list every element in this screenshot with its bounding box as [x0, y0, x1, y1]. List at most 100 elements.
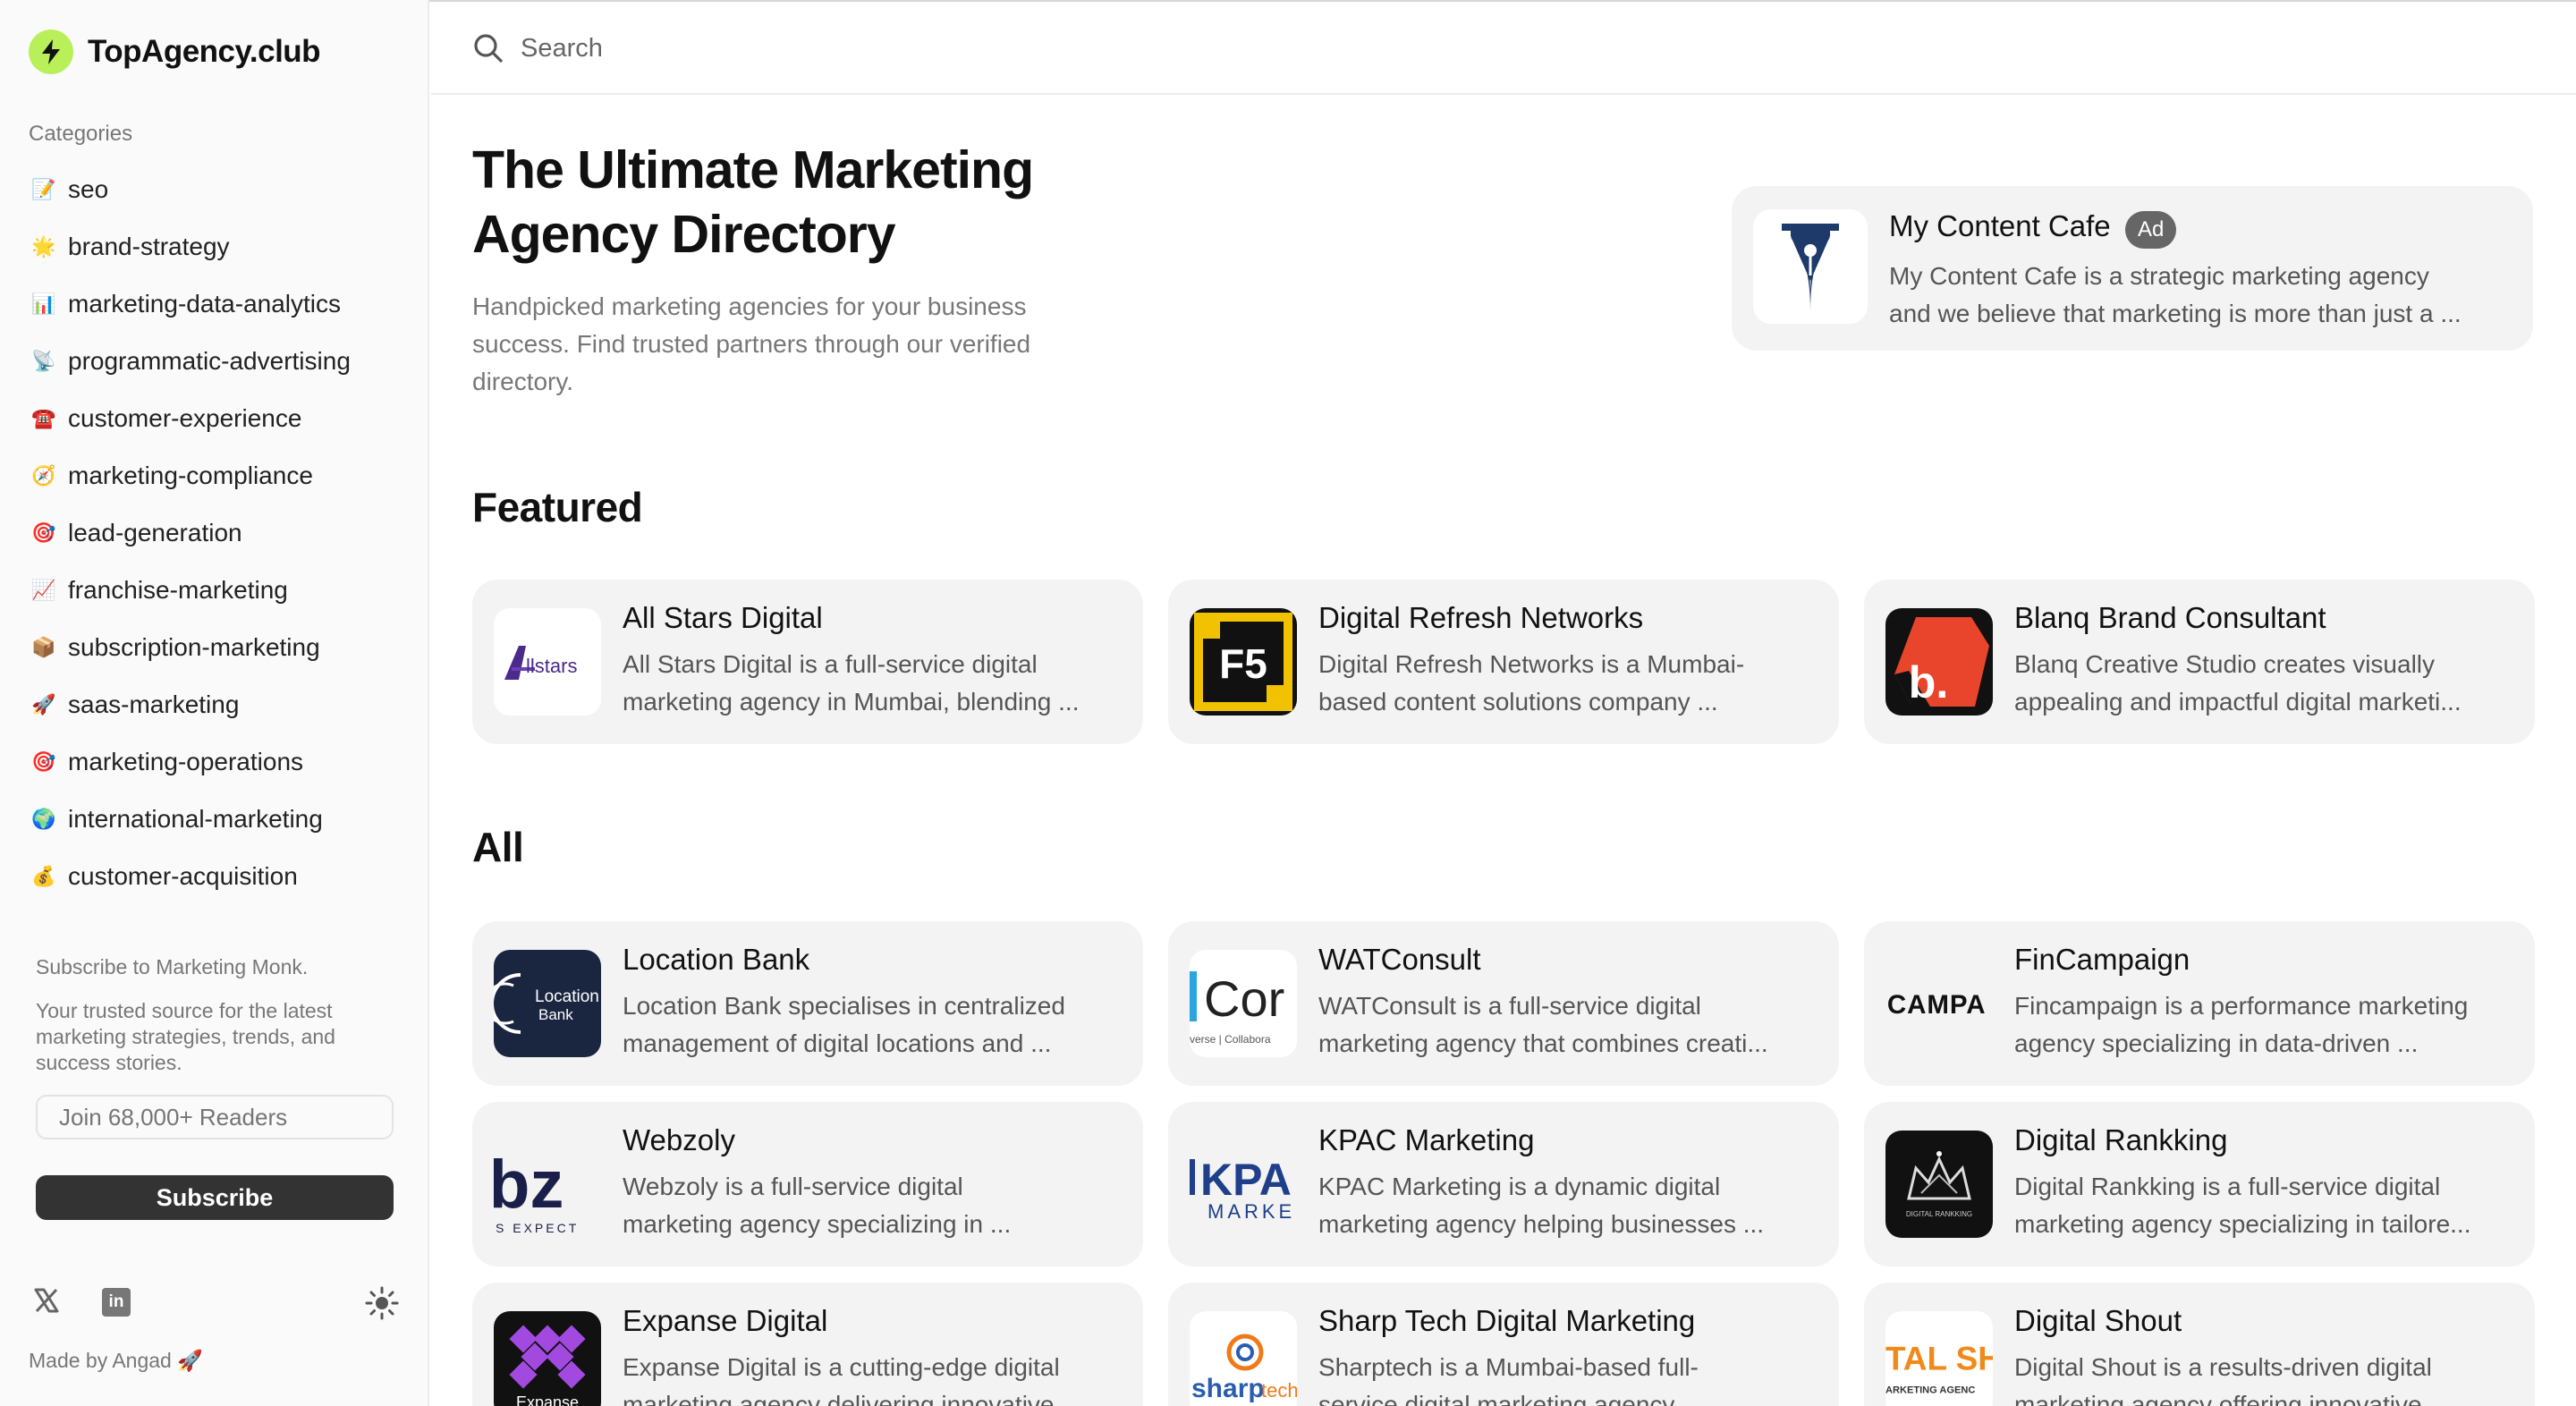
blanq-logo-text: b.: [1909, 657, 1948, 707]
made-by-credit: Made by Angad 🚀: [29, 1349, 203, 1372]
sidebar-item-label: customer-experience: [68, 404, 302, 432]
ad-card-my-content-cafe[interactable]: My Content Cafe Ad My Content Cafe is a …: [1732, 186, 2533, 351]
category-list: 📝 seo 🌟 brand-strategy 📊 marketing-data-analy…: [29, 161, 404, 921]
card-description-line: marketing agency helping businesses ...: [1318, 1210, 1765, 1238]
webzoly-logo: bz S EXPECT: [494, 1131, 601, 1238]
sharptech-logo: sharp tech: [1190, 1311, 1297, 1406]
search-input[interactable]: [521, 29, 1326, 68]
card-kpac-marketing[interactable]: KPA MARKE KPAC Marketing KPAC Marketing …: [1168, 1102, 1839, 1266]
card-description-line: marketing agency in Mumbai, blending ...: [623, 688, 1080, 716]
sidebar-item-marketing-compliance[interactable]: 🧭 marketing-compliance: [29, 447, 404, 504]
sidebar-item-saas-marketing[interactable]: 🚀 saas-marketing: [29, 676, 404, 733]
category-emoji-icon: 🌟: [31, 235, 56, 258]
card-description-line: marketing agency specializing in ...: [623, 1210, 1012, 1238]
sidebar-item-label: franchise-marketing: [68, 576, 288, 604]
digital-shout-logo-text: TAL SH: [1885, 1341, 1993, 1377]
search-icon: [470, 30, 506, 66]
fincampaign-logo-text: CAMPA: [1887, 990, 1987, 1020]
subscribe-email-input[interactable]: [36, 1095, 394, 1139]
card-description-line: marketing agency offering innovative ...: [2014, 1391, 2450, 1406]
card-watconsult[interactable]: Cor verse | Collabora WATConsult WATCons…: [1168, 921, 1839, 1086]
card-name: KPAC Marketing: [1318, 1123, 1535, 1156]
card-expanse-digital[interactable]: Expanse Expanse Digital Expanse Digital …: [472, 1283, 1143, 1406]
page-subtitle-line: directory.: [472, 368, 574, 395]
x-twitter-icon[interactable]: [30, 1284, 63, 1317]
card-webzoly[interactable]: bz S EXPECT Webzoly Webzoly is a full-se…: [472, 1102, 1143, 1266]
sidebar-item-franchise-marketing[interactable]: 📈 franchise-marketing: [29, 562, 404, 619]
sidebar-item-seo[interactable]: 📝 seo: [29, 161, 404, 218]
digital-shout-logo-text: ARKETING AGENC: [1885, 1385, 1975, 1395]
card-digital-rankking[interactable]: DIGITAL RANKKING Digital Rankking Digita…: [1864, 1102, 2535, 1266]
fountain-pen-nib-logo: [1753, 209, 1868, 324]
sharptech-logo-text: sharp: [1191, 1374, 1265, 1403]
webzoly-logo-text: S EXPECT: [496, 1221, 579, 1235]
fincampaign-logo: CAMPA: [1885, 950, 1993, 1057]
f5-logo-text: F5: [1219, 640, 1267, 687]
card-name: Webzoly: [623, 1123, 735, 1156]
blanq-logo: b.: [1885, 608, 1993, 716]
card-name: Sharp Tech Digital Marketing: [1318, 1304, 1696, 1337]
subscribe-button[interactable]: Subscribe: [36, 1175, 394, 1220]
card-description-line: Expanse Digital is a cutting-edge digita…: [623, 1353, 1060, 1381]
linkedin-icon[interactable]: in: [102, 1288, 131, 1317]
expanse-digital-logo: Expanse: [494, 1311, 601, 1406]
sidebar-item-subscription-marketing[interactable]: 📦 subscription-marketing: [29, 619, 404, 676]
card-description-line: based content solutions company ...: [1318, 688, 1718, 716]
featured-card-digital-refresh-networks[interactable]: F5 Digital Refresh Networks Digital Refr…: [1168, 580, 1839, 744]
card-sharp-tech-digital-marketing[interactable]: sharp tech Sharp Tech Digital Marketing …: [1168, 1283, 1839, 1406]
card-description-line: management of digital locations and ...: [623, 1029, 1052, 1057]
card-description: Expanse Digital is a cutting-edge digita…: [623, 1349, 1132, 1406]
card-location-bank[interactable]: Location Bank Location Bank Location Ban…: [472, 921, 1143, 1086]
sidebar-item-programmatic-advertising[interactable]: 📡 programmatic-advertising: [29, 333, 404, 390]
kpac-logo-text: KPA: [1200, 1155, 1292, 1205]
card-description-line: Webzoly is a full-service digital: [623, 1173, 963, 1200]
card-name: Digital Refresh Networks: [1318, 601, 1644, 634]
card-fincampaign[interactable]: CAMPA FinCampaign Fincampaign is a perfo…: [1864, 921, 2535, 1086]
sidebar-item-label: marketing-data-analytics: [68, 290, 342, 318]
card-description-line: marketing agency delivering innovative .…: [623, 1391, 1082, 1406]
featured-heading: Featured: [472, 484, 643, 530]
category-emoji-icon: 🧭: [31, 464, 56, 487]
card-digital-shout[interactable]: TAL SH ARKETING AGENC Digital Shout Digi…: [1864, 1283, 2535, 1406]
all-stars-digital-logo: llstars: [494, 608, 601, 716]
category-emoji-icon: 📝: [31, 178, 56, 200]
sidebar-item-international-marketing[interactable]: 🌍 international-marketing: [29, 791, 404, 848]
card-name: Blanq Brand Consultant: [2014, 601, 2326, 634]
featured-card-blanq-brand-consultant[interactable]: b. Blanq Brand Consultant Blanq Creative…: [1864, 580, 2535, 744]
page-subtitle-line: success. Find trusted partners through o…: [472, 330, 1031, 358]
card-name: Expanse Digital: [623, 1304, 828, 1337]
card-description: WATConsult is a full-service digital mar…: [1318, 987, 1828, 1063]
category-emoji-icon: 🌍: [31, 808, 56, 830]
sidebar-item-marketing-data-analytics[interactable]: 📊 marketing-data-analytics: [29, 275, 404, 333]
location-bank-logo-text: Bank: [538, 1006, 573, 1023]
sidebar-item-customer-acquisition[interactable]: 💰 customer-acquisition: [29, 848, 404, 905]
card-description: Blanq Creative Studio creates visually a…: [2014, 646, 2524, 721]
sidebar-item-label: programmatic-advertising: [68, 347, 351, 375]
card-description-line: marketing agency specializing in tailore…: [2014, 1210, 2471, 1238]
sidebar-item-customer-experience[interactable]: ☎️ customer-experience: [29, 390, 404, 447]
featured-card-all-stars-digital[interactable]: llstars All Stars Digital All Stars Digi…: [472, 580, 1143, 744]
sidebar-item-brand-strategy[interactable]: 🌟 brand-strategy: [29, 218, 404, 275]
sun-theme-toggle-icon[interactable]: [363, 1284, 401, 1322]
sidebar-item-label: customer-acquisition: [68, 862, 298, 890]
ad-card-name: My Content Cafe: [1889, 209, 2111, 242]
all-heading: All: [472, 824, 524, 870]
card-description-line: Digital Shout is a results-driven digita…: [2014, 1353, 2432, 1381]
brand-link[interactable]: TopAgency.club: [29, 29, 321, 75]
card-description: Sharptech is a Mumbai-based full- servic…: [1318, 1349, 1828, 1406]
card-description-line: Fincampaign is a performance marketing: [2014, 992, 2469, 1020]
category-emoji-icon: 📊: [31, 292, 56, 315]
page-title-line: Agency Directory: [472, 205, 896, 264]
card-description-line: appealing and impactful digital marketi.…: [2014, 688, 2462, 716]
expanse-logo-text: Expanse: [516, 1393, 579, 1406]
digital-shout-logo: TAL SH ARKETING AGENC: [1885, 1311, 1993, 1406]
card-description: Digital Rankking is a full-service digit…: [2014, 1168, 2524, 1243]
category-emoji-icon: 🎯: [31, 521, 56, 544]
category-emoji-icon: 📡: [31, 350, 56, 372]
sidebar-item-marketing-operations[interactable]: 🎯 marketing-operations: [29, 733, 404, 791]
watconsult-logo-text: Cor: [1204, 970, 1284, 1027]
card-description-line: WATConsult is a full-service digital: [1318, 992, 1701, 1020]
page-subtitle: Handpicked marketing agencies for your b…: [472, 288, 1116, 401]
ad-card-description-line: and we believe that marketing is more th…: [1889, 300, 2462, 327]
sidebar-item-lead-generation[interactable]: 🎯 lead-generation: [29, 504, 404, 562]
